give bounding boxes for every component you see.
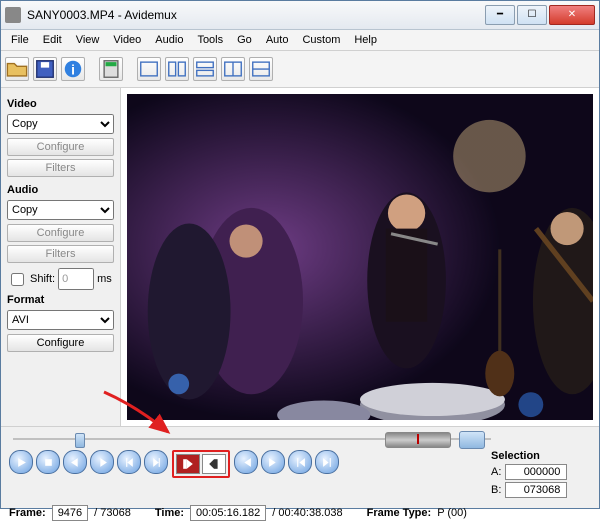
shift-label: Shift: <box>30 273 55 285</box>
menu-custom[interactable]: Custom <box>296 32 346 48</box>
video-configure-button[interactable]: Configure <box>7 138 114 156</box>
playback-controls <box>9 450 168 474</box>
bottom-panel: Selection A:000000 B:073068 Frame: 9476 … <box>1 426 599 508</box>
layout5-icon[interactable] <box>249 57 273 81</box>
set-marker-a-button[interactable] <box>176 454 200 474</box>
prev-black-button[interactable] <box>234 450 258 474</box>
layout3-icon[interactable] <box>193 57 217 81</box>
format-select[interactable]: AVI <box>7 310 114 330</box>
statusbar: Frame: 9476 / 73068 Time: 00:05:16.182 /… <box>9 505 591 521</box>
video-filters-button[interactable]: Filters <box>7 159 114 177</box>
maximize-button[interactable]: ☐ <box>517 5 547 25</box>
video-section-label: Video <box>7 98 114 110</box>
nav-controls <box>234 450 339 474</box>
timeline-thumb[interactable] <box>75 433 85 448</box>
toolbar: i <box>1 51 599 88</box>
calculator-icon[interactable] <box>99 57 123 81</box>
menu-edit[interactable]: Edit <box>37 32 68 48</box>
menu-audio[interactable]: Audio <box>149 32 189 48</box>
selection-label: Selection <box>491 450 591 462</box>
timeline-slider[interactable] <box>13 431 491 447</box>
layout1-icon[interactable] <box>137 57 161 81</box>
close-button[interactable]: ✕ <box>549 5 595 25</box>
app-window: SANY0003.MP4 - Avidemux ━ ☐ ✕ File Edit … <box>0 0 600 509</box>
sel-b-value[interactable]: 073068 <box>505 482 567 498</box>
audio-configure-button[interactable]: Configure <box>7 224 114 242</box>
video-area <box>121 88 599 426</box>
menu-video[interactable]: Video <box>107 32 147 48</box>
stop-button[interactable] <box>36 450 60 474</box>
video-codec-select[interactable]: Copy <box>7 114 114 134</box>
format-configure-button[interactable]: Configure <box>7 334 114 352</box>
save-icon[interactable] <box>33 57 57 81</box>
layout4-icon[interactable] <box>221 57 245 81</box>
last-frame-button[interactable] <box>315 450 339 474</box>
window-buttons: ━ ☐ ✕ <box>485 5 595 25</box>
sel-a-value[interactable]: 000000 <box>505 464 567 480</box>
shift-checkbox[interactable] <box>11 273 24 286</box>
jog-loop-button[interactable] <box>459 431 485 449</box>
menu-tools[interactable]: Tools <box>191 32 229 48</box>
layout2-icon[interactable] <box>165 57 189 81</box>
video-preview[interactable] <box>127 94 593 420</box>
preview-scene <box>127 94 593 420</box>
audio-codec-select[interactable]: Copy <box>7 200 114 220</box>
shift-value[interactable] <box>58 268 94 290</box>
shift-unit: ms <box>97 273 112 285</box>
app-icon <box>5 7 21 23</box>
sel-a-label: A: <box>491 466 501 478</box>
open-icon[interactable] <box>5 57 29 81</box>
selection-panel: Selection A: 000000 B: 073068 <box>491 450 591 500</box>
menu-auto[interactable]: Auto <box>260 32 295 48</box>
window-title: SANY0003.MP4 - Avidemux <box>27 8 485 22</box>
info-icon[interactable]: i <box>61 57 85 81</box>
next-keyframe-button[interactable] <box>144 450 168 474</box>
next-frame-button[interactable] <box>90 450 114 474</box>
format-section-label: Format <box>7 294 114 306</box>
play-button[interactable] <box>9 450 33 474</box>
jog-wheel[interactable] <box>385 432 451 448</box>
menu-help[interactable]: Help <box>348 32 383 48</box>
sidebar: Video Copy Configure Filters Audio Copy … <box>1 88 121 426</box>
main-body: Video Copy Configure Filters Audio Copy … <box>1 88 599 426</box>
frame-value[interactable]: 9476 <box>52 505 88 521</box>
time-value[interactable]: 00:05:16.182 <box>190 505 266 521</box>
prev-keyframe-button[interactable] <box>117 450 141 474</box>
sel-b-label: B: <box>491 484 501 496</box>
audio-section-label: Audio <box>7 184 114 196</box>
menu-file[interactable]: File <box>5 32 35 48</box>
audio-filters-button[interactable]: Filters <box>7 245 114 263</box>
shift-row: Shift: ms <box>7 268 114 290</box>
menubar: File Edit View Video Audio Tools Go Auto… <box>1 30 599 51</box>
menu-go[interactable]: Go <box>231 32 258 48</box>
svg-text:i: i <box>71 63 75 78</box>
prev-frame-button[interactable] <box>63 450 87 474</box>
set-marker-b-button[interactable] <box>202 454 226 474</box>
next-black-button[interactable] <box>261 450 285 474</box>
titlebar: SANY0003.MP4 - Avidemux ━ ☐ ✕ <box>1 1 599 30</box>
marker-group-highlight <box>172 450 230 478</box>
menu-view[interactable]: View <box>70 32 106 48</box>
first-frame-button[interactable] <box>288 450 312 474</box>
minimize-button[interactable]: ━ <box>485 5 515 25</box>
